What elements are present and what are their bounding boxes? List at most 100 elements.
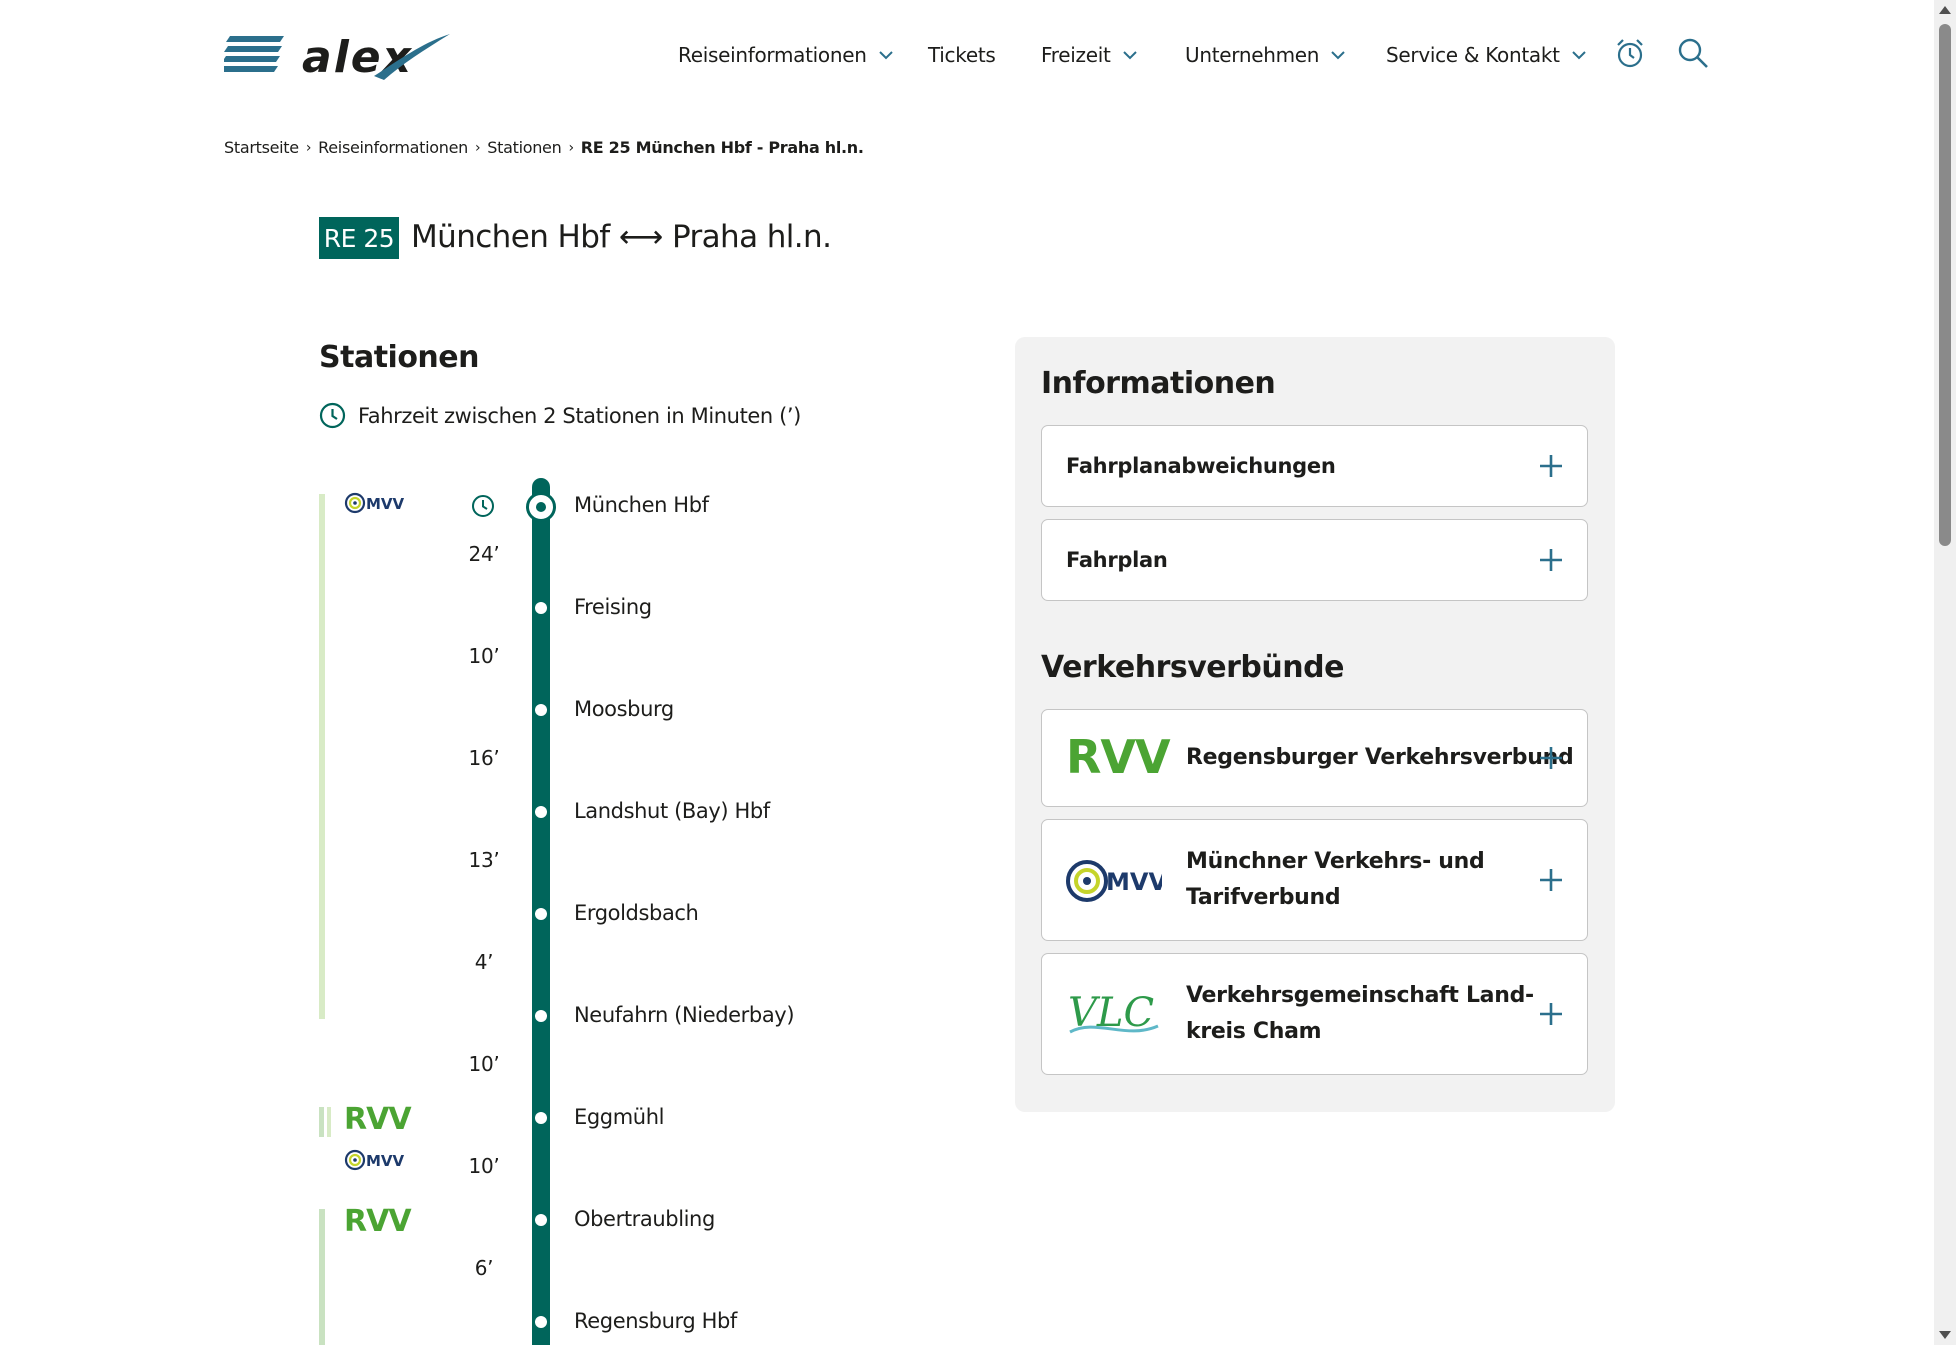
station-eggmuehl[interactable]: Eggmühl — [574, 1105, 664, 1129]
accordion-mvv[interactable]: MVV Münchner Verkehrs- und Tarifverbund — [1041, 819, 1588, 941]
svg-text:MVV: MVV — [1106, 868, 1162, 896]
svg-text:MVV: MVV — [366, 1152, 405, 1170]
station-ergoldsbach[interactable]: Ergoldsbach — [574, 901, 699, 925]
station-start-marker — [526, 492, 556, 522]
station-marker — [535, 1010, 547, 1022]
nav-unternehmen[interactable]: Unternehmen — [1185, 43, 1347, 67]
breadcrumb-stationen[interactable]: Stationen — [487, 138, 561, 157]
nav-label: Tickets — [928, 43, 996, 67]
scroll-down-icon[interactable] — [1939, 1331, 1951, 1339]
chevron-down-icon — [1571, 51, 1586, 60]
mvv-zone-bar — [319, 494, 325, 1019]
accordion-vlc[interactable]: VLC Verkehrsgemeinschaft Land- kreis Cha… — [1041, 953, 1588, 1075]
mvv-zone-bar — [327, 1107, 331, 1137]
station-marker — [535, 1214, 547, 1226]
station-freising[interactable]: Freising — [574, 595, 652, 619]
nav-label: Service & Kontakt — [1386, 43, 1560, 67]
plus-icon — [1540, 869, 1562, 891]
travel-duration: 10’ — [468, 644, 500, 668]
station-marker — [535, 1112, 547, 1124]
chevron-down-icon — [878, 51, 893, 60]
nav-reiseinformationen[interactable]: Reiseinformationen — [678, 43, 895, 67]
legend-text: Fahrzeit zwischen 2 Stationen in Minuten… — [358, 403, 801, 428]
chevron-right-icon: › — [474, 139, 481, 156]
site-header: alex Reiseinformationen Tickets Freizeit… — [0, 0, 1934, 110]
accordion-fahrplanabweichungen[interactable]: Fahrplanabweichungen — [1041, 425, 1588, 507]
nav-tickets[interactable]: Tickets — [928, 43, 996, 67]
plus-icon — [1540, 1003, 1562, 1025]
info-heading: Informationen — [1041, 366, 1276, 401]
nav-label: Freizeit — [1041, 43, 1111, 67]
nav-freizeit[interactable]: Freizeit — [1041, 43, 1139, 67]
rvv-zone-bar — [319, 1209, 325, 1345]
scroll-up-icon[interactable] — [1939, 6, 1951, 14]
verbund-name-line: Tarifverbund — [1186, 885, 1341, 910]
travel-duration: 13’ — [468, 848, 500, 872]
station-marker — [535, 806, 547, 818]
alarm-clock-icon[interactable] — [1613, 36, 1647, 70]
chevron-down-icon — [1122, 51, 1137, 60]
plus-icon — [1540, 549, 1562, 571]
mvv-logo-icon: MVV — [344, 1149, 405, 1171]
verbuende-heading: Verkehrsverbünde — [1041, 650, 1344, 685]
accordion-fahrplan[interactable]: Fahrplan — [1041, 519, 1588, 601]
scroll-thumb[interactable] — [1939, 24, 1951, 546]
breadcrumb-startseite[interactable]: Startseite — [224, 138, 299, 157]
accordion-label: Fahrplan — [1066, 548, 1168, 572]
rvv-logo: RVV — [1066, 730, 1171, 784]
alex-logo-icon: alex — [220, 32, 450, 83]
station-marker — [535, 1316, 547, 1328]
mvv-logo-icon: MVV — [344, 492, 405, 514]
verbund-name: Verkehrsgemeinschaft Land- kreis Cham — [1186, 978, 1534, 1050]
rvv-zone-bar — [319, 1107, 324, 1137]
chevron-right-icon: › — [305, 139, 312, 156]
page-title: München Hbf ⟷ Praha hl.n. — [411, 219, 832, 255]
accordion-label: Fahrplanabweichungen — [1066, 454, 1336, 478]
breadcrumb-current: RE 25 München Hbf - Praha hl.n. — [580, 138, 864, 157]
stations-heading: Stationen — [319, 340, 480, 375]
svg-text:MVV: MVV — [366, 495, 405, 513]
mvv-logo-icon: MVV — [1066, 860, 1162, 902]
clock-icon — [319, 402, 346, 429]
nav-label: Reiseinformationen — [678, 43, 867, 67]
station-marker — [535, 602, 547, 614]
station-moosburg[interactable]: Moosburg — [574, 697, 674, 721]
plus-icon — [1540, 747, 1562, 769]
clock-icon — [472, 495, 494, 517]
accordion-rvv[interactable]: RVV Regensburger Verkehrsverbund — [1041, 709, 1588, 807]
station-muenchen-hbf[interactable]: München Hbf — [574, 493, 709, 517]
station-neufahrn[interactable]: Neufahrn (Niederbay) — [574, 1003, 795, 1027]
travel-duration: 6’ — [474, 1256, 494, 1280]
station-marker — [535, 704, 547, 716]
vlc-logo-icon: VLC — [1068, 990, 1159, 1036]
travel-duration: 10’ — [468, 1154, 500, 1178]
chevron-down-icon — [1331, 51, 1345, 60]
plus-icon — [1540, 455, 1562, 477]
duration-legend: Fahrzeit zwischen 2 Stationen in Minuten… — [319, 402, 801, 429]
chevron-right-icon: › — [568, 139, 574, 156]
line-badge: RE 25 — [319, 217, 399, 259]
verbund-name: Regensburger Verkehrsverbund — [1186, 745, 1574, 770]
verbund-name-line: kreis Cham — [1186, 1019, 1322, 1044]
station-obertraubling[interactable]: Obertraubling — [574, 1207, 715, 1231]
page-scrollbar[interactable] — [1934, 0, 1956, 1345]
nav-label: Unternehmen — [1185, 43, 1320, 67]
travel-duration: 10’ — [468, 1052, 500, 1076]
search-icon[interactable] — [1676, 36, 1710, 70]
verbund-name-line: Verkehrsgemeinschaft Land- — [1186, 983, 1534, 1008]
station-marker — [535, 908, 547, 920]
verbund-name: Münchner Verkehrs- und Tarifverbund — [1186, 844, 1485, 916]
rvv-logo: RVV — [344, 1102, 412, 1137]
breadcrumb-reiseinformationen[interactable]: Reiseinformationen — [318, 138, 468, 157]
travel-duration: 4’ — [474, 950, 494, 974]
travel-duration: 16’ — [468, 746, 500, 770]
svg-text:alex: alex — [302, 32, 413, 82]
alex-logo[interactable]: alex — [220, 30, 454, 83]
rvv-logo: RVV — [344, 1204, 412, 1239]
travel-duration: 24’ — [468, 542, 500, 566]
verbund-name-line: Münchner Verkehrs- und — [1186, 849, 1485, 874]
nav-service-kontakt[interactable]: Service & Kontakt — [1386, 43, 1588, 67]
breadcrumb: Startseite › Reiseinformationen › Statio… — [224, 138, 864, 157]
station-regensburg-hbf[interactable]: Regensburg Hbf — [574, 1309, 737, 1333]
station-landshut[interactable]: Landshut (Bay) Hbf — [574, 799, 770, 823]
